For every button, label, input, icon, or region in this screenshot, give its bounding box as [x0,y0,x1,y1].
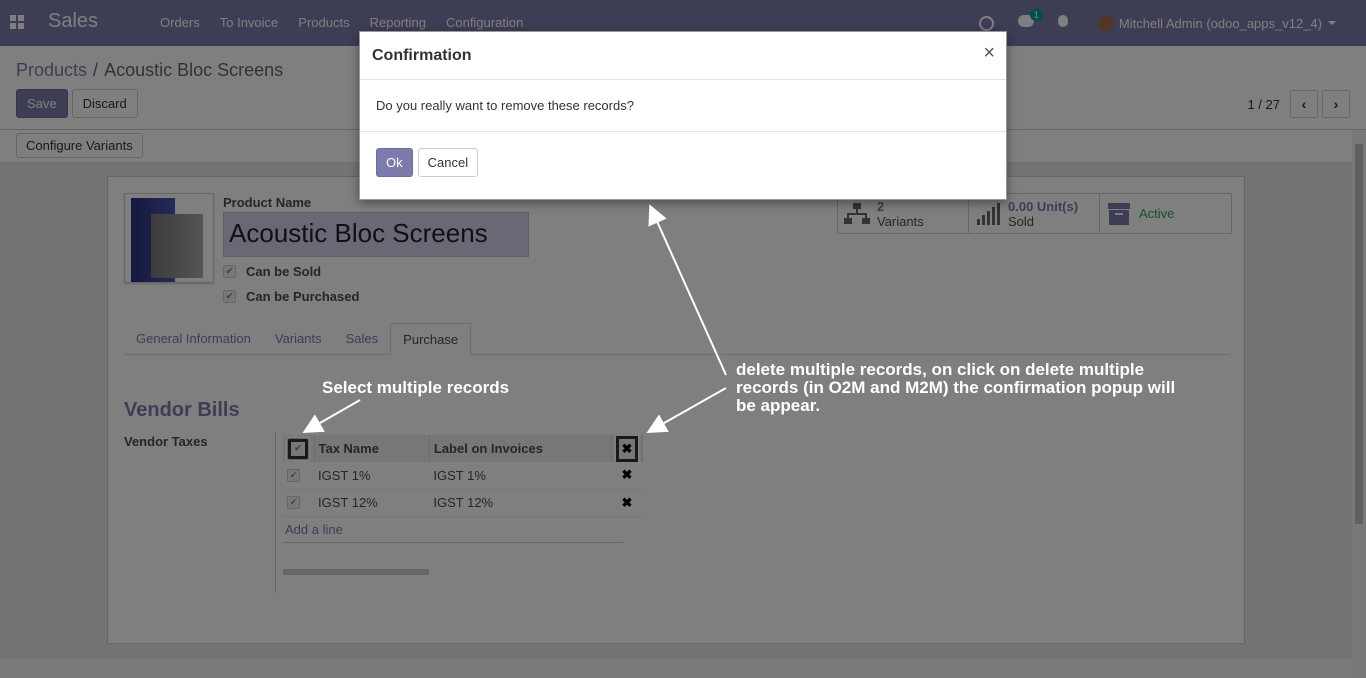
annotation-delete-multiple-line3: be appear. [736,396,821,415]
arrow-select-multiple [302,399,361,433]
annotation-arrows [302,204,727,433]
annotation-select-multiple: Select multiple records [322,378,510,397]
arrow-to-popup [648,204,727,376]
annotation-delete-multiple-line2: records (in O2M and M2M) the confirmatio… [736,378,1176,397]
arrow-delete-multiple [646,387,727,433]
annotation-delete-multiple-line1: delete multiple records, on click on del… [736,360,1145,379]
